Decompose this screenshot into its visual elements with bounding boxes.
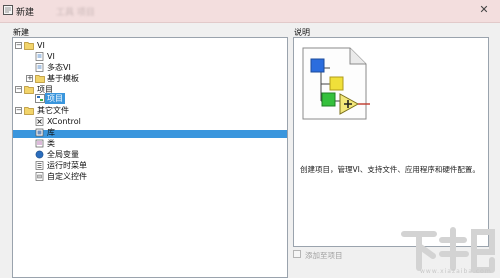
tree-item-label: 其它文件: [37, 106, 69, 115]
description-text: 创建项目，管理VI、支持文件、应用程序和硬件配置。: [300, 165, 480, 174]
collapse-icon[interactable]: −: [15, 107, 22, 114]
folder-open-icon: [24, 42, 34, 50]
control-file-icon: [35, 172, 44, 181]
vi-file-icon: [35, 52, 44, 61]
tree-item-label: 多态VI: [47, 63, 71, 72]
add-to-project-checkbox[interactable]: [293, 250, 301, 258]
tree-item-vi[interactable]: VI: [13, 51, 287, 62]
tree-item-label: 自定义控件: [47, 172, 87, 181]
folder-open-icon: [24, 107, 34, 115]
tree-item-from-template[interactable]: + 基于模板: [13, 73, 287, 84]
project-preview-icon: [302, 47, 370, 120]
global-icon: [35, 150, 44, 159]
project-icon: [35, 94, 45, 103]
folder-icon: [35, 75, 45, 83]
tree-item-polymorphic-vi[interactable]: 多态VI: [13, 62, 287, 73]
tree-item-label: VI: [37, 41, 45, 50]
tree-item-custom-control[interactable]: 自定义控件: [13, 171, 287, 182]
library-icon: [35, 128, 44, 137]
tree-item-project[interactable]: 项目: [13, 93, 287, 104]
tree-item-xcontrol[interactable]: XControl: [13, 116, 287, 127]
tree-item-global-variable[interactable]: 全局变量: [13, 149, 287, 160]
app-icon: [3, 5, 13, 15]
expand-icon[interactable]: +: [26, 75, 33, 82]
menu-file-icon: [35, 161, 44, 170]
blurred-subtitle: 工具 项目: [56, 8, 95, 18]
watermark-url: www.xiazaiba.com: [420, 268, 492, 275]
tree-item-label: VI: [47, 52, 55, 61]
tree-item-label: 项目: [45, 93, 65, 104]
collapse-icon[interactable]: −: [15, 86, 22, 93]
tree-item-label: 全局变量: [47, 150, 79, 159]
title-bar: 新建 工具 项目 ✕: [0, 0, 500, 23]
collapse-icon[interactable]: −: [15, 42, 22, 49]
class-icon: [35, 139, 44, 148]
tree-item-label: XControl: [47, 117, 81, 126]
tree-item-label: 库: [47, 128, 55, 137]
tree-item-runtime-menu[interactable]: 运行时菜单: [13, 160, 287, 171]
xcontrol-icon: [35, 117, 44, 126]
polymorphic-vi-icon: [35, 63, 44, 72]
tree-item-class[interactable]: 类: [13, 138, 287, 149]
tree-item-vi-folder[interactable]: − VI: [13, 40, 287, 51]
tree-item-label: 类: [47, 139, 55, 148]
add-to-project-label: 添加至项目: [305, 251, 343, 260]
close-button[interactable]: ✕: [474, 2, 494, 18]
window-title: 新建: [16, 8, 35, 18]
create-tree[interactable]: − VI VI 多态VI + 基于模板 − 项目 项目 − 其它文件 XCont…: [12, 37, 288, 278]
description-panel: 创建项目，管理VI、支持文件、应用程序和硬件配置。: [293, 37, 489, 247]
tree-item-library[interactable]: 库: [13, 127, 287, 138]
tree-item-other-files-folder[interactable]: − 其它文件: [13, 105, 287, 116]
tree-item-label: 运行时菜单: [47, 161, 87, 170]
tree-item-label: 基于模板: [47, 74, 79, 83]
